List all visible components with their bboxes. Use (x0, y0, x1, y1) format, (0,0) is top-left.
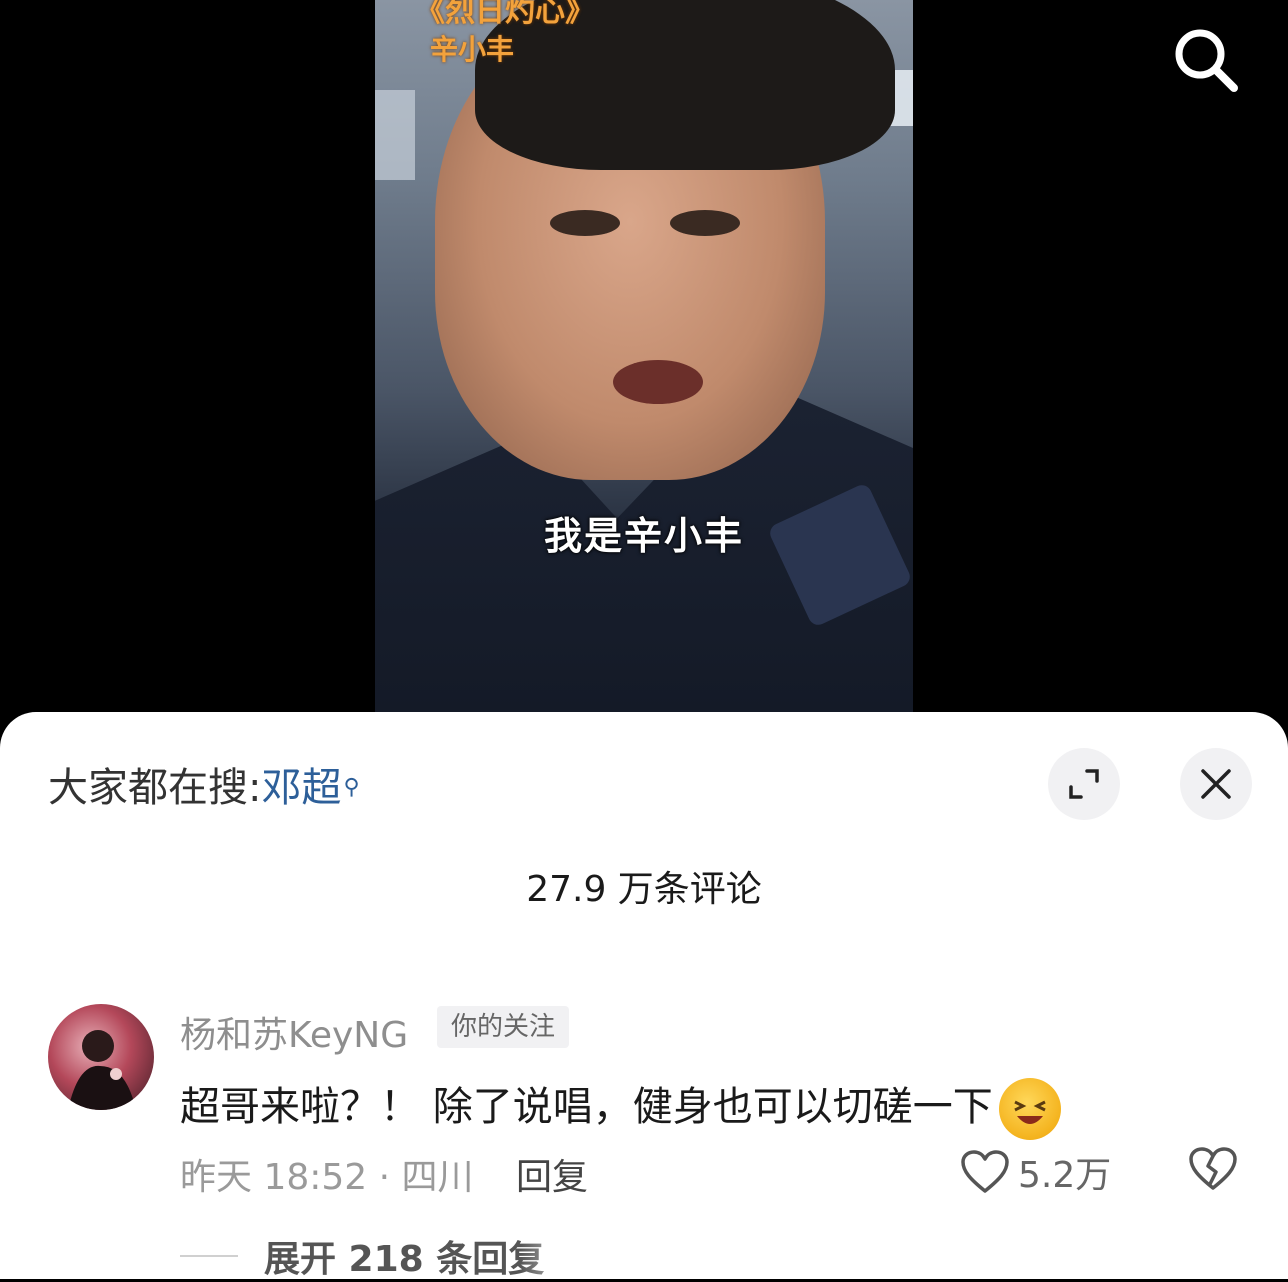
comment-body: 超哥来啦？！ 除了说唱，健身也可以切磋一下 (180, 1074, 1061, 1140)
expand-icon (1069, 769, 1099, 799)
like-button[interactable]: 5.2万 (960, 1146, 1111, 1198)
divider-dash (180, 1255, 238, 1257)
laughing-emoji-icon (998, 1078, 1061, 1140)
video-title: 《烈日灼心》 (415, 0, 595, 29)
comment-author[interactable]: 杨和苏KeyNG (180, 1006, 408, 1058)
comment-time-location: 昨天 18:52 · 四川 (180, 1157, 474, 1198)
close-button[interactable] (1180, 748, 1252, 820)
hot-search-bar[interactable]: 大家都在搜:邓超⚲ (48, 764, 360, 812)
avatar-image (68, 1030, 136, 1110)
avatar[interactable] (48, 1004, 154, 1110)
hot-search-keyword[interactable]: 邓超 (261, 765, 341, 811)
close-icon (1201, 769, 1231, 799)
hot-search-prefix: 大家都在搜: (48, 765, 262, 811)
expand-replies-label: 展开 218 条回复 (264, 1239, 545, 1280)
broken-heart-icon (1189, 1147, 1237, 1190)
video-caption: 我是辛小丰 (543, 514, 744, 558)
search-icon (1175, 29, 1238, 92)
expand-replies-button[interactable]: 展开 218 条回复 (180, 1230, 544, 1282)
video-frame[interactable]: 《烈日灼心》 辛小丰 我是辛小丰 (375, 0, 913, 712)
comment-text: 超哥来啦？！ 除了说唱，健身也可以切磋一下 (180, 1084, 993, 1130)
like-count: 5.2万 (1018, 1155, 1112, 1196)
bottom-fade-overlay (520, 1224, 820, 1279)
comment-count: 27.9 万条评论 (526, 869, 762, 910)
reply-button[interactable]: 回复 (516, 1148, 588, 1200)
video-subtitle: 辛小丰 (430, 33, 515, 66)
background-light (375, 90, 415, 180)
search-button[interactable] (1170, 24, 1242, 96)
mouth (613, 360, 703, 404)
dislike-button[interactable] (1188, 1146, 1238, 1196)
following-badge: 你的关注 (437, 1006, 570, 1048)
right-eye (670, 210, 740, 236)
video-player[interactable]: 《烈日灼心》 辛小丰 我是辛小丰 (0, 0, 1288, 712)
small-search-icon: ⚲ (343, 775, 360, 800)
actor-face (435, 0, 895, 480)
left-eye (550, 210, 620, 236)
heart-icon (961, 1150, 1009, 1193)
comment-sheet: 大家都在搜:邓超⚲ 27.9 万条评论 杨和苏KeyNG 你的关注 超哥来啦？！… (0, 712, 1288, 1282)
expand-button[interactable] (1048, 748, 1120, 820)
